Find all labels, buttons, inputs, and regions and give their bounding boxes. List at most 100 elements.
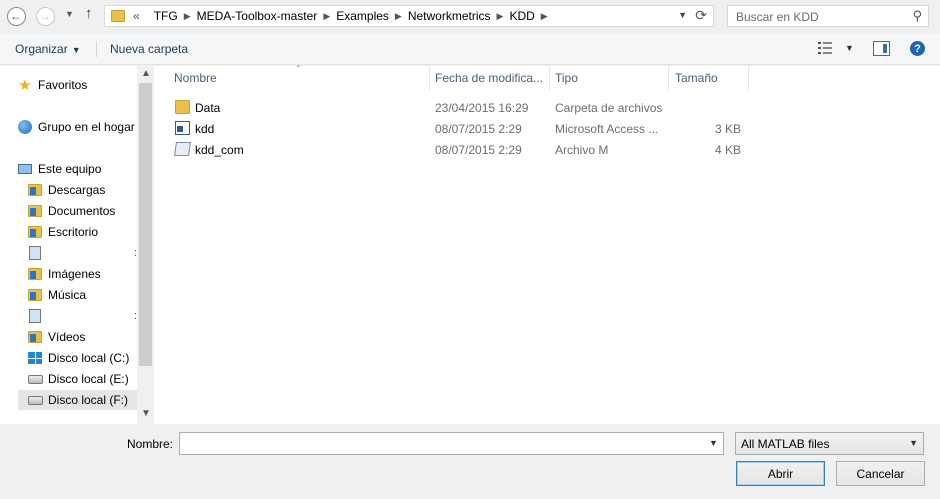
nav-favorites[interactable]: ★ Favoritos bbox=[17, 75, 87, 95]
nav-item-network-location[interactable] bbox=[27, 243, 48, 263]
breadcrumb-item[interactable]: Networkmetrics bbox=[408, 9, 491, 23]
toolbar-divider bbox=[96, 41, 97, 57]
search-icon[interactable]: ⚲ bbox=[912, 8, 922, 24]
nav-item-pictures[interactable]: Imágenes bbox=[27, 264, 101, 284]
column-divider[interactable] bbox=[549, 66, 550, 90]
star-icon: ★ bbox=[18, 77, 32, 94]
homegroup-icon bbox=[18, 120, 32, 134]
scroll-down-icon[interactable]: ▼ bbox=[141, 408, 151, 419]
file-size: 3 KB bbox=[714, 122, 741, 136]
column-header-date[interactable]: Fecha de modifica... bbox=[435, 66, 549, 90]
view-dropdown-icon[interactable]: ▼ bbox=[845, 43, 854, 53]
column-header-size[interactable]: Tamaño bbox=[675, 66, 748, 90]
downloads-folder-icon bbox=[28, 184, 42, 196]
command-bar: Organizar ▼ Nueva carpeta ▼ ? bbox=[0, 33, 940, 65]
folder-icon bbox=[111, 10, 125, 22]
column-divider[interactable] bbox=[429, 66, 430, 90]
nav-item-videos[interactable]: Vídeos bbox=[27, 327, 85, 347]
new-folder-button[interactable]: Nueva carpeta bbox=[110, 42, 188, 56]
file-type-filter-select[interactable]: All MATLAB files ▼ bbox=[735, 432, 924, 455]
back-button[interactable]: ← bbox=[6, 6, 26, 26]
nav-item-desktop[interactable]: Escritorio bbox=[27, 222, 98, 242]
open-button[interactable]: Abrir bbox=[736, 461, 825, 486]
pictures-folder-icon bbox=[28, 268, 42, 280]
chevron-right-icon[interactable]: ▶ bbox=[395, 11, 402, 22]
help-icon[interactable]: ? bbox=[910, 41, 925, 56]
up-folder-button[interactable]: ↑ bbox=[85, 5, 93, 22]
scrollbar-thumb[interactable] bbox=[139, 83, 152, 366]
file-name: kdd bbox=[195, 122, 215, 136]
search-placeholder: Buscar en KDD bbox=[736, 10, 819, 24]
file-date: 08/07/2015 2:29 bbox=[435, 143, 522, 157]
refresh-icon[interactable]: ⟳ bbox=[695, 7, 707, 24]
nav-item-music[interactable]: Música bbox=[27, 285, 86, 305]
file-name-input[interactable] bbox=[179, 432, 724, 455]
computer-icon bbox=[18, 164, 32, 174]
breadcrumb: « TFG ▶ MEDA-Toolbox-master ▶ Examples ▶… bbox=[133, 9, 554, 23]
file-row[interactable]: kdd_com 08/07/2015 2:29 Archivo M 4 KB bbox=[154, 139, 940, 160]
breadcrumb-item[interactable]: Examples bbox=[336, 9, 389, 23]
network-location-icon bbox=[29, 309, 41, 323]
breadcrumb-item[interactable]: KDD bbox=[509, 9, 534, 23]
nav-item-network-location[interactable] bbox=[27, 306, 48, 326]
windows-drive-icon bbox=[28, 352, 42, 364]
folder-icon bbox=[175, 100, 190, 114]
desktop-folder-icon bbox=[28, 226, 42, 238]
file-name: Data bbox=[195, 101, 221, 115]
address-bar[interactable]: « TFG ▶ MEDA-Toolbox-master ▶ Examples ▶… bbox=[104, 5, 714, 27]
breadcrumb-item[interactable]: MEDA-Toolbox-master bbox=[197, 9, 318, 23]
column-header-type[interactable]: Tipo bbox=[555, 66, 668, 90]
file-type: Carpeta de archivos bbox=[555, 101, 663, 115]
nav-item-downloads[interactable]: Descargas bbox=[27, 180, 105, 200]
chevron-down-icon: ▼ bbox=[71, 45, 81, 55]
organize-button[interactable]: Organizar ▼ bbox=[15, 42, 81, 56]
view-options-icon[interactable] bbox=[818, 42, 832, 54]
music-folder-icon bbox=[28, 289, 42, 301]
dialog-footer: Nombre: ▼ All MATLAB files ▼ Abrir Cance… bbox=[0, 424, 940, 499]
nav-item-drive-e[interactable]: Disco local (E:) bbox=[27, 369, 129, 389]
chevron-right-icon[interactable]: ▶ bbox=[184, 11, 191, 22]
nav-item-drive-c[interactable]: Disco local (C:) bbox=[27, 348, 129, 368]
column-divider[interactable] bbox=[668, 66, 669, 90]
file-date: 23/04/2015 16:29 bbox=[435, 101, 529, 115]
breadcrumb-item[interactable]: TFG bbox=[154, 9, 178, 23]
chevron-right-icon[interactable]: ▶ bbox=[323, 11, 330, 22]
chevron-right-icon[interactable]: ▶ bbox=[497, 11, 504, 22]
file-name-dropdown-icon[interactable]: ▼ bbox=[709, 438, 718, 448]
nav-homegroup[interactable]: Grupo en el hogar bbox=[17, 117, 135, 137]
search-input[interactable]: Buscar en KDD ⚲ bbox=[727, 5, 929, 27]
address-history-dropdown-icon[interactable]: ▼ bbox=[678, 10, 687, 20]
recent-locations-dropdown-icon[interactable]: ▼ bbox=[65, 9, 74, 19]
forward-button[interactable]: → bbox=[35, 6, 55, 26]
column-divider[interactable] bbox=[748, 66, 749, 90]
videos-folder-icon bbox=[28, 331, 42, 343]
m-file-icon bbox=[174, 142, 191, 156]
cancel-button[interactable]: Cancelar bbox=[836, 461, 925, 486]
preview-pane-icon[interactable] bbox=[873, 41, 890, 56]
drive-icon bbox=[27, 395, 43, 405]
drive-icon bbox=[27, 374, 43, 384]
file-name-label: Nombre: bbox=[127, 437, 174, 451]
access-file-icon bbox=[175, 121, 190, 135]
network-location-icon bbox=[29, 246, 41, 260]
file-row[interactable]: kdd 08/07/2015 2:29 Microsoft Access ...… bbox=[154, 118, 940, 139]
file-type: Microsoft Access ... bbox=[555, 122, 659, 136]
file-list: ⌃ Nombre Fecha de modifica... Tipo Tamañ… bbox=[154, 64, 940, 424]
file-row[interactable]: Data 23/04/2015 16:29 Carpeta de archivo… bbox=[154, 97, 940, 118]
nav-this-pc[interactable]: Este equipo bbox=[17, 159, 101, 179]
file-type: Archivo M bbox=[555, 143, 609, 157]
address-row: ← → ▼ ↑ « TFG ▶ MEDA-Toolbox-master ▶ Ex… bbox=[0, 0, 940, 33]
nav-item-documents[interactable]: Documentos bbox=[27, 201, 115, 221]
breadcrumb-overflow[interactable]: « bbox=[133, 9, 140, 23]
file-date: 08/07/2015 2:29 bbox=[435, 122, 522, 136]
navigation-pane: ★ Favoritos Grupo en el hogar Este equip… bbox=[0, 66, 137, 424]
file-size: 4 KB bbox=[714, 143, 741, 157]
scroll-up-icon[interactable]: ▲ bbox=[141, 68, 151, 79]
nav-scrollbar[interactable]: ▲ ▼ bbox=[137, 66, 154, 424]
nav-item-drive-f[interactable]: Disco local (F:) bbox=[18, 390, 137, 410]
column-header-name[interactable]: Nombre bbox=[174, 66, 429, 90]
file-name: kdd_com bbox=[195, 143, 244, 157]
documents-folder-icon bbox=[28, 205, 42, 217]
chevron-right-icon[interactable]: ▶ bbox=[541, 11, 548, 22]
forward-arrow-icon: → bbox=[35, 6, 55, 26]
